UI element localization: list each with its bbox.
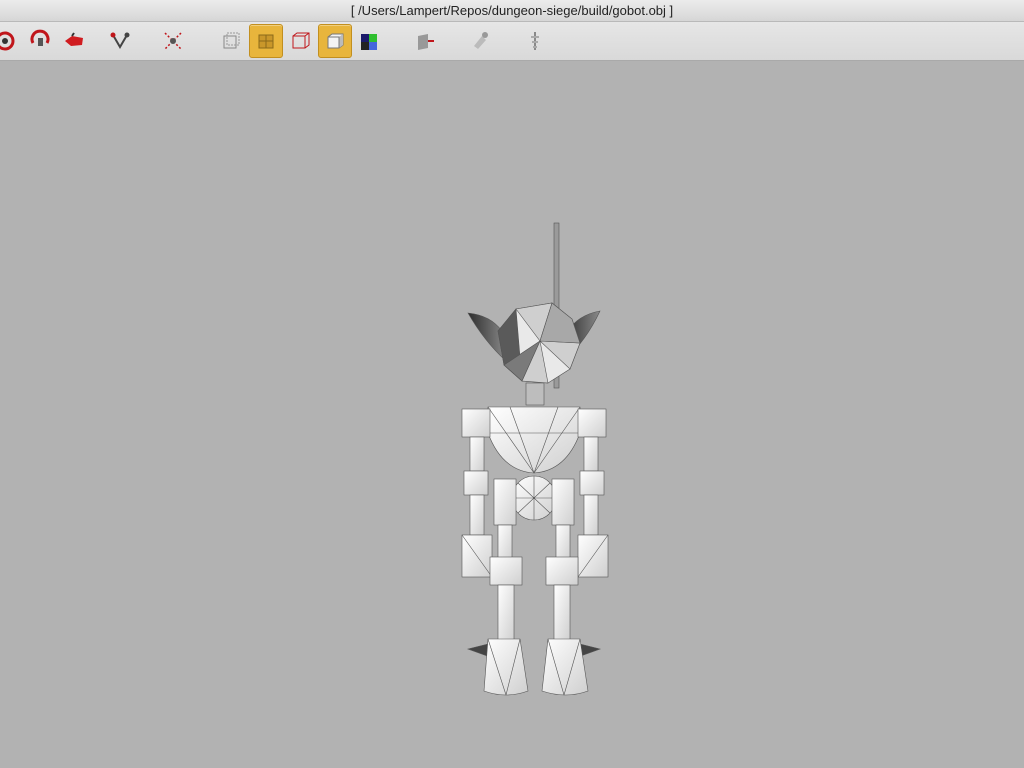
move-object-icon <box>65 32 83 46</box>
bounding-box-button[interactable] <box>214 24 248 58</box>
move-object-button[interactable] <box>57 24 91 58</box>
wireframe-only-icon <box>292 32 310 49</box>
orbit-button[interactable] <box>23 24 57 58</box>
solid-shading-icon <box>327 33 344 49</box>
toolbar <box>0 22 1024 61</box>
orbit-icon <box>30 29 50 46</box>
light-icon <box>474 32 488 49</box>
texture-checker-icon <box>361 34 377 50</box>
wireframe-overlay-button[interactable] <box>249 24 283 58</box>
wireframe-only-button[interactable] <box>283 24 317 58</box>
center-view-button[interactable] <box>156 24 190 58</box>
center-view-icon <box>164 32 182 50</box>
gobot-model <box>461 222 609 696</box>
wireframe-overlay-icon <box>258 34 274 49</box>
measure-icon <box>110 32 130 49</box>
solid-shading-button[interactable] <box>318 24 352 58</box>
normals-button[interactable] <box>408 24 442 58</box>
rotate-view-icon <box>0 31 15 51</box>
window-title: [ /Users/Lampert/Repos/dungeon-siege/bui… <box>350 3 674 18</box>
normals-icon <box>418 34 434 50</box>
bounding-box-icon <box>223 32 240 49</box>
rotate-view-button[interactable] <box>0 24 22 58</box>
light-button[interactable] <box>463 24 497 58</box>
3d-viewport[interactable] <box>0 61 1024 768</box>
window-title-bar: [ /Users/Lampert/Repos/dungeon-siege/bui… <box>0 0 1024 22</box>
skeleton-button[interactable] <box>518 24 552 58</box>
measure-button[interactable] <box>103 24 137 58</box>
skeleton-icon <box>531 32 539 50</box>
texture-checker-button[interactable] <box>352 24 386 58</box>
